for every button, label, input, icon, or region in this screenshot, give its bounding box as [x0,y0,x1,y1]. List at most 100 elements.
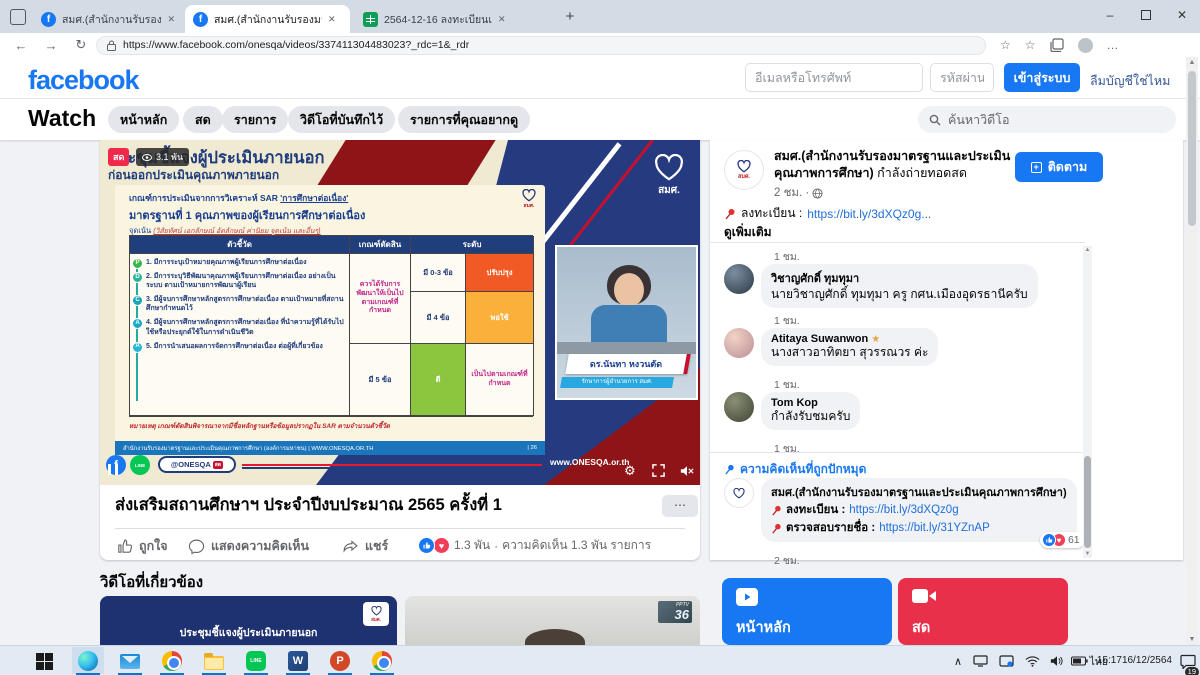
back-button[interactable]: ← [6,38,36,53]
page-avatar[interactable] [724,478,754,508]
comment-bubble[interactable]: Atitaya Suwanwon ★ นางสาวอาทิตยา สุวรรณว… [761,328,938,366]
comment-timestamp[interactable]: 1 ชม. [774,376,800,393]
commenter-avatar[interactable] [724,392,754,422]
watch-tab-shows[interactable]: รายการ [222,106,288,133]
taskbar-word-icon[interactable]: W [286,649,310,673]
browser-profile-avatar[interactable] [1078,38,1093,53]
forward-button[interactable]: → [36,38,66,53]
comment-bubble[interactable]: Tom Kop กำลังรับชมครับ [761,392,860,430]
browser-tab-3[interactable]: 2564-12-16 ลงทะเบียนเข้าร่วมโครงก ✕ [355,5,517,33]
action-center-icon[interactable]: 19 [1180,646,1196,675]
banner-line [242,464,542,466]
volume-muted-icon[interactable] [680,465,694,477]
collections-icon[interactable] [1050,38,1064,52]
register-link[interactable]: https://bit.ly/3dXQz0g [849,504,958,516]
taskbar-chrome2-icon[interactable] [370,649,394,673]
favorites-bar-icon[interactable]: ☆ [1025,38,1036,52]
scrollbar-thumb[interactable] [1188,71,1196,226]
checklist-link[interactable]: https://bit.ly/31YZnAP [879,522,990,534]
tray-chevron-icon[interactable]: ∧ [954,646,962,675]
comment-timestamp[interactable]: 1 ชม. [774,248,800,265]
slide-criteria-title: เกณฑ์การประเมินจากการวิเคราะห์ SAR 'การศ… [129,191,535,205]
pinned-line-checklist: ตรวจสอบรายชื่อ : https://bit.ly/31YZnAP [771,519,1067,537]
video-player[interactable]: ประชุมชี้แจงผู้ประเมินภายนอก ก่อนออกประเ… [100,140,700,485]
commenter-avatar[interactable] [724,328,754,358]
tray-onedrive-icon[interactable] [999,646,1014,675]
login-button[interactable]: เข้าสู่ระบบ [1004,63,1080,92]
close-window-button[interactable]: ✕ [1164,0,1200,30]
scroll-up-icon[interactable]: ▲ [1083,247,1092,253]
url-field[interactable]: https://www.facebook.com/onesqa/videos/3… [96,36,986,55]
comments-scrollbar[interactable]: ▲ ▼ [1083,246,1092,558]
tray-battery-icon[interactable] [1071,646,1088,675]
tray-volume-icon[interactable] [1050,646,1064,675]
taskbar-powerpoint-icon[interactable]: P [328,649,352,673]
refresh-button[interactable]: ↻ [66,37,96,53]
like-button[interactable]: ถูกใจ [116,536,168,556]
pause-button[interactable] [108,464,118,475]
follow-button[interactable]: + ติดตาม [1015,152,1103,182]
password-field[interactable] [930,63,994,92]
pinned-commenter-name[interactable]: สมศ.(สำนักงานรับรองมาตรฐานและประเมินคุณภ… [771,483,1067,501]
forgot-account-link[interactable]: ลืมบัญชีใช่ไหม [1090,71,1170,91]
commenter-name[interactable]: Atitaya Suwanwon ★ [771,333,928,345]
pinned-comment-timestamp[interactable]: 2 ชม. [774,552,800,569]
watch-tab-home[interactable]: หน้าหลัก [108,106,179,133]
email-field[interactable] [745,63,923,92]
post-meta: 2 ชม. · [774,184,823,202]
page-scrollbar[interactable]: ▲ ▼ [1186,57,1198,645]
watch-tab-watchlist[interactable]: รายการที่คุณอยากดู [398,106,530,133]
taskbar-edge-icon[interactable] [76,649,100,673]
fullscreen-icon[interactable] [652,464,665,477]
scroll-down-icon[interactable]: ▼ [1186,636,1198,643]
pinned-reaction-count[interactable]: ♥ 61 [1040,532,1085,548]
minimize-button[interactable]: – [1092,0,1128,30]
tab-close-icon[interactable]: ✕ [167,14,175,25]
taskbar-explorer-icon[interactable] [202,649,226,673]
new-tab-button[interactable]: + [560,8,580,25]
register-link[interactable]: https://bit.ly/3dXQz0g... [807,207,931,221]
tray-wifi-icon[interactable] [1025,646,1040,675]
page-name-line[interactable]: สมศ.(สำนักงานรับรองมาตรฐานและประเมินคุณภ… [774,148,1014,182]
comment-timestamp[interactable]: 1 ชม. [774,312,800,329]
related-video-1[interactable]: ประชุมชี้แจงผู้ประเมินภายนอก สมศ. [100,596,397,645]
maximize-button[interactable] [1128,0,1164,30]
favorite-add-icon[interactable]: ☆ [1000,38,1011,52]
comment-timestamp[interactable]: 1 ชม. [774,440,800,457]
post-more-button[interactable]: ⋯ [662,495,698,517]
page-avatar[interactable]: สมศ. [724,150,764,190]
taskbar-mail-icon[interactable] [118,649,142,673]
watch-home-tile[interactable]: หน้าหลัก [722,578,892,645]
video-search-input[interactable]: ค้นหาวิดีโอ [918,106,1176,133]
tab-close-icon[interactable]: ✕ [498,14,506,25]
commenter-avatar[interactable] [724,264,754,294]
taskbar-chrome-icon[interactable] [160,649,184,673]
comment-button[interactable]: แสดงความคิดเห็น [188,536,309,556]
comment-bubble[interactable]: วิชาญศักดิ์ ทุมทุมา นายวิชาญศักดิ์ ทุมทุ… [761,264,1038,308]
watch-tab-saved[interactable]: วิดีโอที่บันทึกไว้ [288,106,395,133]
tab-close-icon[interactable]: ✕ [328,14,336,25]
browser-tab-2-active[interactable]: f สมศ.(สำนักงานรับรองมาตรฐานและปร ✕ [185,5,350,33]
tray-display-icon[interactable] [973,646,988,675]
facebook-logo[interactable]: facebook [28,65,139,96]
watch-tab-live[interactable]: สด [183,106,223,133]
see-more-link[interactable]: ดูเพิ่มเติม [724,223,772,242]
browser-menu-icon[interactable]: … [1107,38,1119,52]
scroll-up-icon[interactable]: ▲ [1186,59,1198,66]
vertical-tabs-icon[interactable] [10,9,26,25]
scrollbar-thumb[interactable] [1084,456,1091,548]
scroll-down-icon[interactable]: ▼ [1083,551,1092,557]
settings-gear-icon[interactable]: ⚙ [624,463,636,479]
reaction-summary[interactable]: ♥ 1.3 พัน · ความคิดเห็น 1.3 พัน รายการ [418,536,651,555]
watch-live-tile[interactable]: สด [898,578,1068,645]
share-button[interactable]: แชร์ [342,536,388,556]
tray-clock[interactable]: 15:17 16/12/2564 [1097,646,1172,675]
commenter-name[interactable]: Tom Kop [771,397,850,409]
commenter-name[interactable]: วิชาญศักดิ์ ทุมทุมา [771,269,1028,287]
pinned-comment-bubble[interactable]: สมศ.(สำนักงานรับรองมาตรฐานและประเมินคุณภ… [761,478,1077,542]
taskbar-line-icon[interactable]: LINE [244,649,268,673]
browser-tab-1[interactable]: f สมศ.(สำนักงานรับรองมาตรฐานและปร ✕ [33,5,183,33]
onesqa-heart-icon [521,189,537,202]
start-button[interactable] [32,649,56,673]
related-video-2[interactable]: PPTV 36 [405,596,700,645]
